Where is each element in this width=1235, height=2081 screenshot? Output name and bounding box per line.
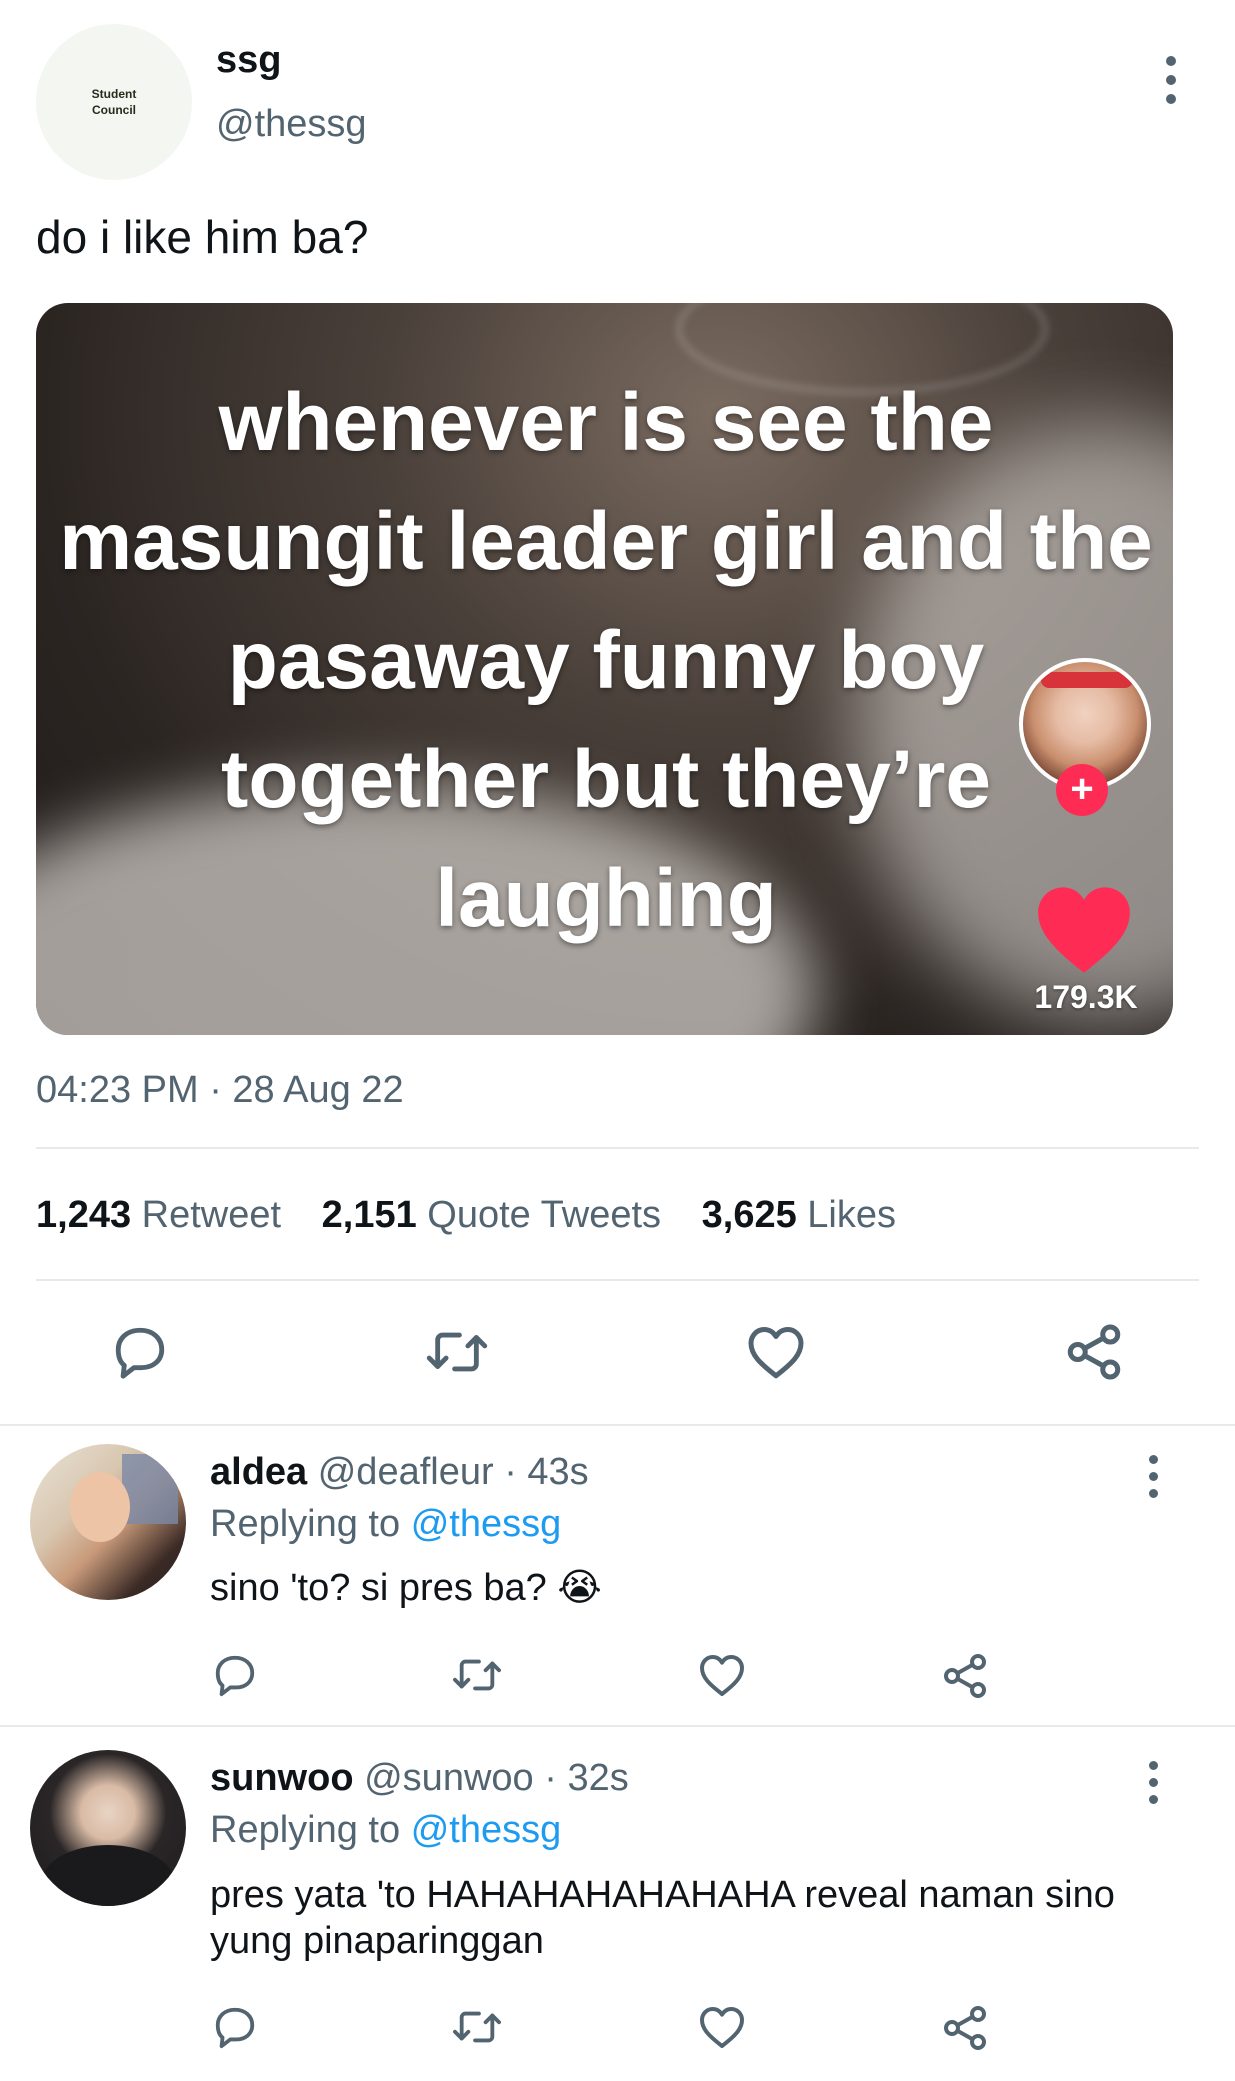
- display-name[interactable]: ssg: [216, 38, 281, 82]
- like-icon: [700, 1655, 744, 1696]
- avatar-face-shape: [70, 1472, 130, 1542]
- reply-header: aldea @deafleur · 43s: [210, 1450, 589, 1494]
- retweet-button[interactable]: [451, 2004, 503, 2050]
- avatar-hood-shape: [40, 1845, 176, 1906]
- reply-time[interactable]: · 43s: [504, 1451, 588, 1493]
- reply-display-name[interactable]: aldea: [210, 1451, 307, 1493]
- like-icon: [748, 1327, 804, 1379]
- reply-button[interactable]: [212, 1652, 258, 1698]
- tweet-media[interactable]: whenever is see the masungit leader girl…: [36, 303, 1173, 1035]
- more-icon[interactable]: [1165, 56, 1177, 104]
- share-button[interactable]: [941, 2004, 989, 2052]
- caption-line: pasaway funny boy: [227, 615, 985, 706]
- retweet-icon: [426, 1332, 488, 1372]
- like-button[interactable]: [745, 1322, 807, 1382]
- caption-line: whenever is see the: [218, 377, 994, 468]
- reply-button[interactable]: [212, 2004, 258, 2050]
- retweet-stat[interactable]: 1,243 Retweet: [36, 1194, 292, 1236]
- share-icon: [1067, 1324, 1121, 1380]
- likes-stat[interactable]: 3,625 Likes: [702, 1194, 896, 1236]
- share-button[interactable]: [1063, 1322, 1125, 1382]
- replying-to-line: Replying to @thessg: [210, 1808, 561, 1852]
- divider: [36, 1279, 1199, 1281]
- divider: [36, 1147, 1199, 1149]
- tweet-stats: 1,243 Retweet 2,151 Quote Tweets 3,625 L…: [36, 1193, 896, 1237]
- replying-to-link[interactable]: @thessg: [411, 1503, 562, 1545]
- avatar-window-shape: [122, 1454, 178, 1524]
- replying-to-line: Replying to @thessg: [210, 1502, 561, 1546]
- media-like-count: 179.3K: [1034, 979, 1138, 1015]
- reply-button[interactable]: [110, 1322, 170, 1382]
- share-icon: [944, 2006, 986, 2050]
- like-icon: [700, 2007, 744, 2048]
- like-button[interactable]: [698, 1652, 746, 1698]
- reply-avatar[interactable]: [30, 1750, 186, 1906]
- replying-to-label: Replying to: [210, 1503, 401, 1545]
- headband-shape: [1041, 672, 1133, 688]
- follow-plus-icon[interactable]: +: [1056, 764, 1108, 816]
- retweet-label: Retweet: [141, 1194, 282, 1236]
- divider: [0, 1424, 1235, 1426]
- retweet-count: 1,243: [36, 1194, 132, 1236]
- replying-to-label: Replying to: [210, 1809, 401, 1851]
- reply-handle[interactable]: @sunwoo: [364, 1757, 534, 1799]
- caption-line: together but they’re: [221, 734, 991, 825]
- tweet-text: do i like him ba?: [36, 211, 369, 263]
- retweet-icon: [453, 1659, 501, 1691]
- divider: [0, 1725, 1235, 1727]
- reply-avatar[interactable]: [30, 1444, 186, 1600]
- quote-count: 2,151: [321, 1194, 417, 1236]
- reply-time[interactable]: · 32s: [544, 1757, 628, 1799]
- more-icon[interactable]: [1147, 1761, 1159, 1804]
- reply-header: sunwoo @sunwoo · 32s: [210, 1756, 629, 1800]
- retweet-icon: [453, 2011, 501, 2043]
- user-handle[interactable]: @thessg: [216, 102, 367, 146]
- likes-label: Likes: [807, 1194, 896, 1236]
- reply-text: pres yata 'to HAHAHAHAHAHAHA reveal nama…: [210, 1874, 1115, 1962]
- reply-icon: [215, 2007, 255, 2049]
- reply-icon: [115, 1327, 165, 1379]
- reply-text: sino 'to? si pres ba? 😭: [210, 1567, 602, 1609]
- retweet-button[interactable]: [424, 1322, 490, 1382]
- avatar[interactable]: Student Council: [36, 24, 192, 180]
- share-button[interactable]: [941, 1652, 989, 1700]
- share-icon: [944, 1654, 986, 1698]
- more-icon[interactable]: [1147, 1455, 1159, 1498]
- avatar-logo-text: Student Council: [91, 87, 137, 117]
- retweet-button[interactable]: [451, 1652, 503, 1698]
- reply-display-name[interactable]: sunwoo: [210, 1757, 354, 1799]
- like-button[interactable]: [698, 2004, 746, 2050]
- quote-stat[interactable]: 2,151 Quote Tweets: [322, 1194, 672, 1236]
- caption-line: masungit leader girl and the: [59, 496, 1153, 587]
- tweet-timestamp[interactable]: 04:23 PM · 28 Aug 22: [36, 1068, 404, 1112]
- quote-label: Quote Tweets: [427, 1194, 662, 1236]
- reply-icon: [215, 1655, 255, 1697]
- media-caption: whenever is see the masungit leader girl…: [36, 363, 1173, 958]
- caption-line: laughing: [435, 853, 777, 944]
- replying-to-link[interactable]: @thessg: [411, 1809, 562, 1851]
- likes-count: 3,625: [701, 1194, 797, 1236]
- heart-filled-icon[interactable]: [1034, 883, 1134, 975]
- reply-handle[interactable]: @deafleur: [318, 1451, 494, 1493]
